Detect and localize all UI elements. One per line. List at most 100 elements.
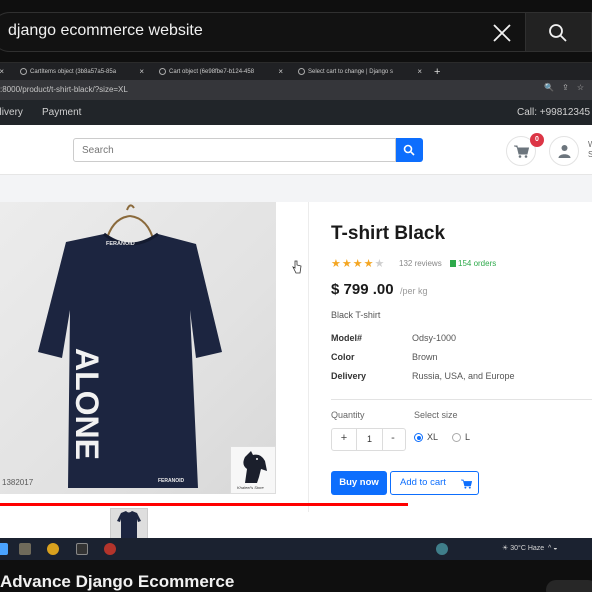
- cart-icon: [514, 145, 529, 158]
- site-topbar: elivery Payment Call: +99812345: [0, 100, 592, 125]
- quantity-decrease-button[interactable]: +: [334, 432, 354, 444]
- product-title: T-shirt Black: [331, 223, 446, 244]
- site-search-input[interactable]: [73, 138, 396, 162]
- quantity-label: Quantity: [331, 410, 365, 420]
- rating-stars: ★★★★★: [331, 257, 385, 270]
- close-tab-icon[interactable]: ×: [139, 63, 144, 81]
- user-icon: [558, 145, 571, 158]
- globe-icon: [298, 68, 305, 75]
- search-icon: [549, 24, 567, 42]
- os-taskbar: ☀ 30°C Haze ^ ◒: [0, 538, 592, 560]
- star-empty-icon: ★: [374, 258, 386, 270]
- horse-icon: [243, 451, 267, 483]
- column-divider: [308, 202, 309, 512]
- star-filled-icon: ★: [341, 258, 353, 270]
- user-label-partial: WS: [588, 140, 592, 159]
- product-price: $ 799 .00: [331, 281, 394, 298]
- quantity-value[interactable]: 1: [356, 429, 383, 450]
- video-progress-bar[interactable]: [0, 503, 592, 506]
- user-button[interactable]: [549, 136, 579, 166]
- site-search-button[interactable]: [396, 138, 423, 162]
- yt-search-button[interactable]: [526, 12, 592, 52]
- orders-text: 154 orders: [458, 259, 497, 268]
- share-icon[interactable]: ⇪: [562, 83, 577, 92]
- weather-tray[interactable]: ☀ 30°C Haze ^ ◒: [502, 544, 558, 552]
- chrome-icon[interactable]: [47, 543, 59, 555]
- yt-search-query: django ecommerce website: [8, 22, 203, 39]
- bag-icon: [450, 260, 456, 267]
- tab-label: Cart object (6e98fbe7-b124-458: [169, 69, 255, 75]
- svg-text:FERANOID: FERANOID: [158, 478, 185, 484]
- photo-code: 1382017: [2, 478, 34, 487]
- close-tab-icon[interactable]: ×: [278, 63, 283, 81]
- recorder-icon[interactable]: [104, 543, 116, 555]
- network-icon[interactable]: ◒: [553, 545, 557, 552]
- file-explorer-icon[interactable]: [19, 543, 31, 555]
- shirt-print-text: ALONE: [69, 348, 105, 460]
- price-unit: /per kg: [400, 286, 428, 296]
- url-text: :8000/product/t-shirt-black/?size=XL: [0, 85, 128, 94]
- tab-cartitems[interactable]: CartItems object (3b8a57a5-85a ×: [18, 63, 146, 81]
- tab-label: Select cart to change | Django s: [308, 69, 393, 75]
- size-label: Select size: [414, 410, 458, 420]
- reviews-count[interactable]: 132 reviews: [399, 259, 442, 268]
- video-title[interactable]: Advance Django Ecommerce: [0, 572, 234, 592]
- address-bar-icons: 🔍⇪☆: [544, 83, 592, 92]
- close-tab-icon[interactable]: ×: [417, 63, 422, 81]
- shirt-brand-text: FERANOID: [106, 241, 135, 247]
- quantity-stepper: + 1 -: [331, 428, 406, 451]
- globe-icon: [20, 68, 27, 75]
- quantity-increase-button[interactable]: -: [383, 432, 403, 444]
- tab-cart[interactable]: Cart object (6e98fbe7-b124-458 ×: [157, 63, 285, 81]
- nav-payment[interactable]: Payment: [42, 107, 81, 118]
- tab-partial[interactable]: ×: [0, 63, 6, 81]
- size-radio-xl[interactable]: [414, 433, 423, 442]
- size-label-l[interactable]: L: [465, 432, 470, 442]
- site-header: WS: [0, 125, 592, 175]
- section-divider: [331, 399, 592, 400]
- search-icon: [403, 144, 415, 156]
- video-title-bar: Advance Django Ecommerce: [0, 560, 592, 592]
- size-label-xl[interactable]: XL: [427, 432, 438, 442]
- yt-search-bar: django ecommerce website: [0, 0, 592, 62]
- nav-delivery[interactable]: elivery: [0, 107, 23, 118]
- close-tab-icon[interactable]: ×: [0, 63, 4, 81]
- spec-key: Model#: [331, 333, 363, 343]
- app-icon[interactable]: [436, 543, 448, 555]
- star-filled-icon: ★: [331, 258, 342, 270]
- store-caption: Khaleel's Store: [237, 485, 264, 490]
- spec-value: Odsy-1000: [412, 333, 457, 343]
- video-progress-fill: [0, 503, 409, 506]
- tab-select-cart[interactable]: Select cart to change | Django s ×: [296, 63, 424, 81]
- add-to-cart-button[interactable]: Add to cart: [390, 471, 479, 495]
- product-thumbnail[interactable]: [110, 508, 148, 540]
- address-bar[interactable]: :8000/product/t-shirt-black/?size=XL 🔍⇪☆: [0, 80, 592, 100]
- add-to-cart-label: Add to cart: [400, 477, 446, 488]
- screen: django ecommerce website × CartItems obj…: [0, 0, 592, 592]
- product-section: FERANOID ALONE FERANOID 1382017 Khaleel'…: [0, 202, 592, 540]
- tab-label: CartItems object (3b8a57a5-85a: [30, 69, 117, 75]
- weather-icon: ☀: [502, 545, 511, 552]
- overflow-button[interactable]: [546, 580, 592, 592]
- store-logo: Khaleel's Store: [230, 446, 276, 494]
- cart-icon: [461, 479, 472, 489]
- start-icon[interactable]: [0, 543, 8, 555]
- star-filled-icon: ★: [352, 258, 364, 270]
- size-radio-l[interactable]: [452, 433, 461, 442]
- clear-icon[interactable]: [491, 22, 513, 44]
- new-tab-button[interactable]: +: [434, 63, 440, 81]
- globe-icon: [159, 68, 166, 75]
- browser-tab-strip: × CartItems object (3b8a57a5-85a × Cart …: [0, 62, 592, 80]
- star-icon[interactable]: ☆: [577, 83, 592, 92]
- weather-text: 30°C Haze: [510, 545, 545, 552]
- spec-key: Delivery: [331, 371, 367, 381]
- breadcrumb-strip: [0, 175, 592, 202]
- spec-value: Russia, USA, and Europe: [412, 371, 515, 381]
- call-number: Call: +99812345: [517, 107, 591, 118]
- yt-search-input[interactable]: django ecommerce website: [0, 12, 526, 52]
- zoom-icon[interactable]: 🔍: [544, 83, 562, 92]
- mouse-cursor-icon: [292, 260, 302, 274]
- buy-now-button[interactable]: Buy now: [331, 471, 387, 495]
- tshirt-thumb-icon: [117, 511, 141, 539]
- terminal-icon[interactable]: [76, 543, 88, 555]
